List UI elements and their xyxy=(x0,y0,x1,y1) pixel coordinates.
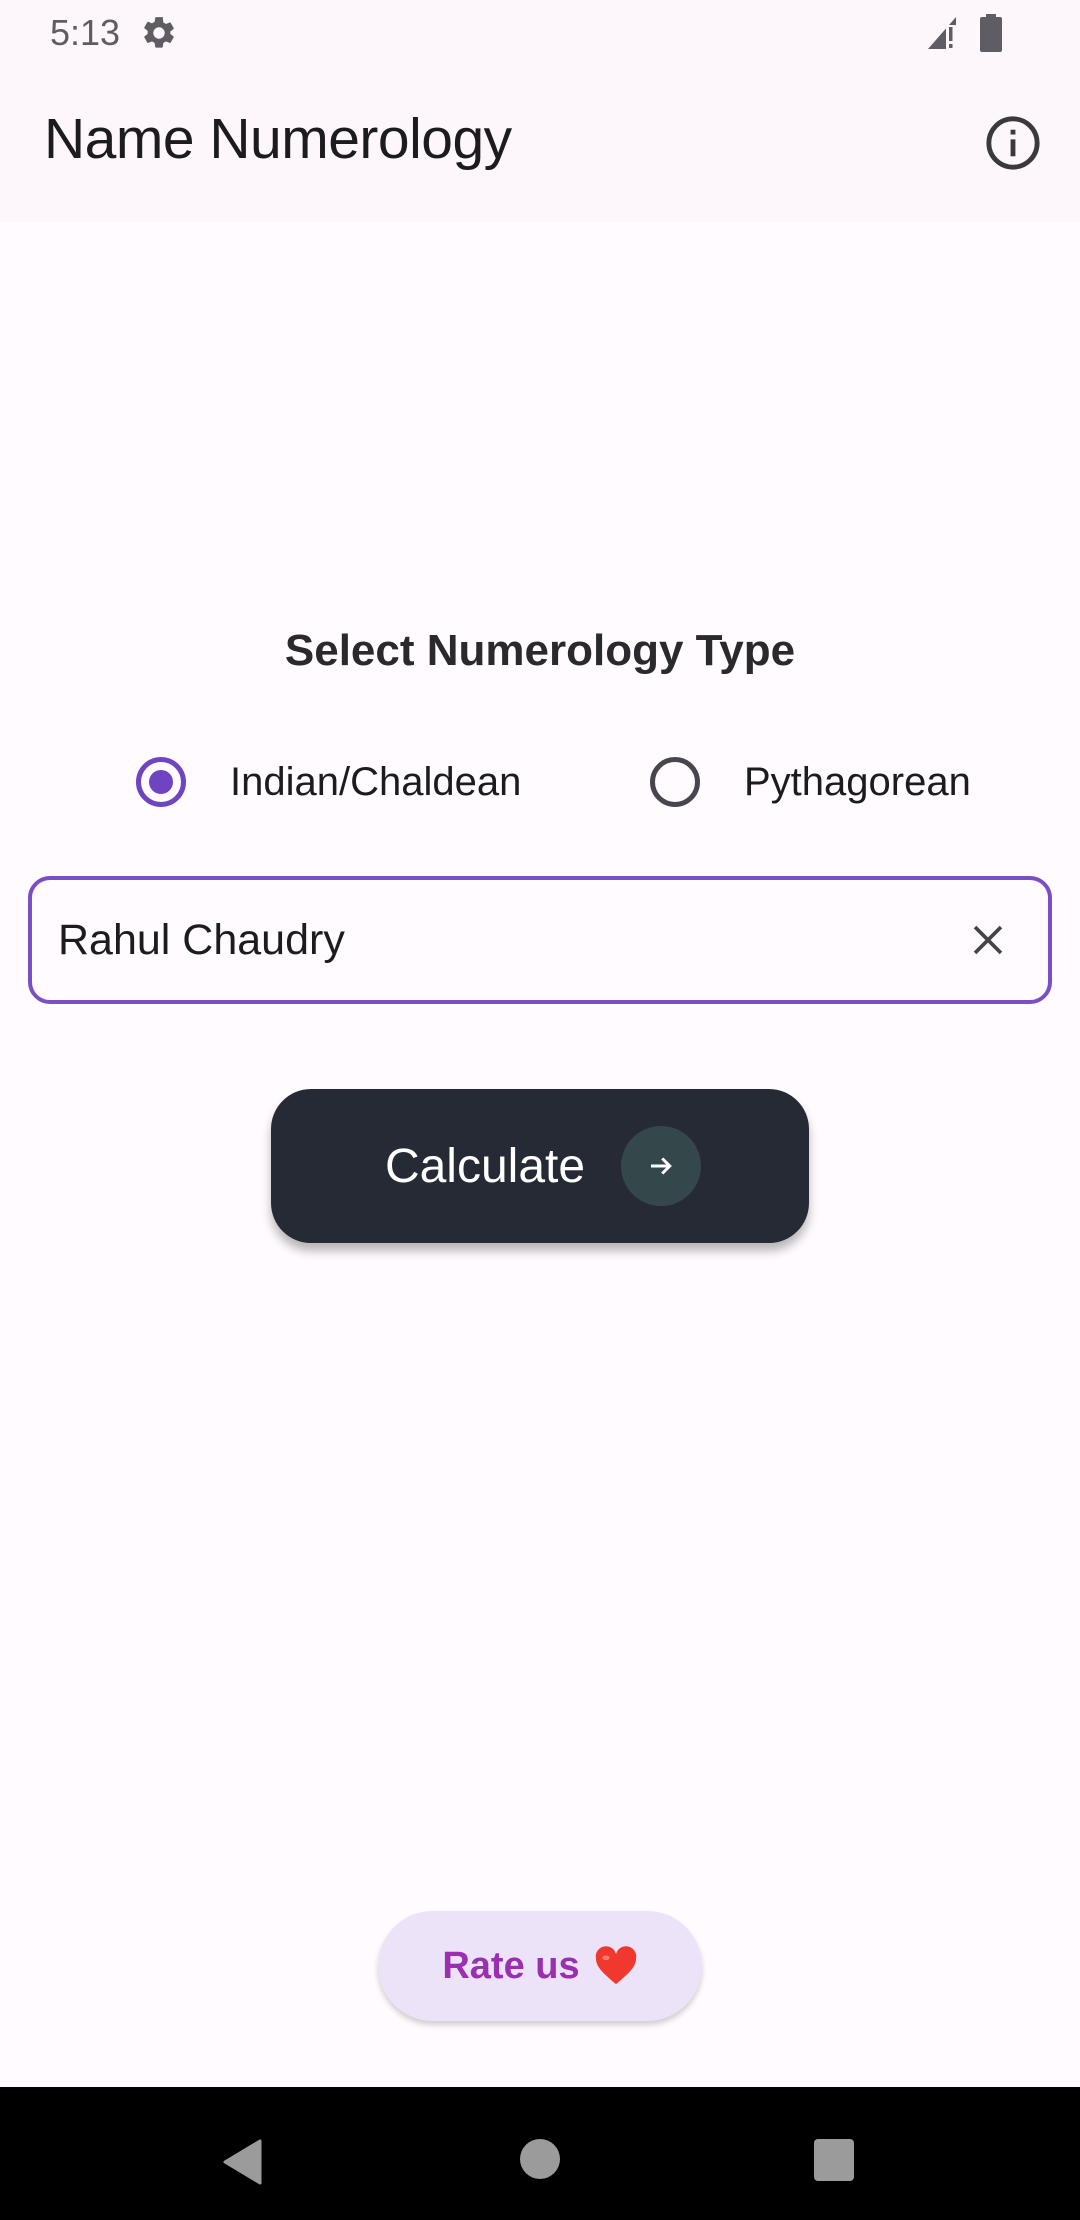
rate-us-button[interactable]: Rate us xyxy=(378,1911,702,2021)
signal-icon xyxy=(926,15,964,51)
info-icon xyxy=(986,116,1040,170)
status-bar: 5:13 xyxy=(0,0,1080,66)
battery-icon xyxy=(980,14,1002,52)
name-input[interactable] xyxy=(58,880,938,1000)
app-bar: Name Numerology xyxy=(0,66,1080,222)
info-button[interactable] xyxy=(980,110,1046,176)
status-time: 5:13 xyxy=(50,12,121,53)
back-button[interactable] xyxy=(222,2139,264,2185)
radio-button-checked[interactable] xyxy=(136,757,186,807)
arrow-right-icon xyxy=(621,1126,702,1206)
section-heading: Select Numerology Type xyxy=(284,626,796,675)
recents-button[interactable] xyxy=(814,2139,854,2181)
radio-indian-chaldean[interactable]: Indian/Chaldean xyxy=(136,752,521,812)
name-field[interactable] xyxy=(28,876,1052,1004)
gear-icon xyxy=(140,14,178,52)
back-icon xyxy=(223,2139,262,2185)
app-title: Name Numerology xyxy=(44,107,512,171)
close-icon xyxy=(973,925,1003,955)
radio-button-unchecked[interactable] xyxy=(650,757,700,807)
heart-icon xyxy=(594,1946,638,1986)
home-button[interactable] xyxy=(520,2139,560,2179)
radio-pythagorean[interactable]: Pythagorean xyxy=(650,752,971,812)
navigation-bar xyxy=(0,2087,1080,2220)
clear-button[interactable] xyxy=(958,910,1018,970)
rate-us-label: Rate us xyxy=(442,1944,580,1987)
radio-label: Indian/Chaldean xyxy=(230,759,522,804)
calculate-button[interactable]: Calculate xyxy=(271,1089,809,1243)
calculate-label: Calculate xyxy=(384,1139,586,1193)
radio-label: Pythagorean xyxy=(744,759,971,804)
